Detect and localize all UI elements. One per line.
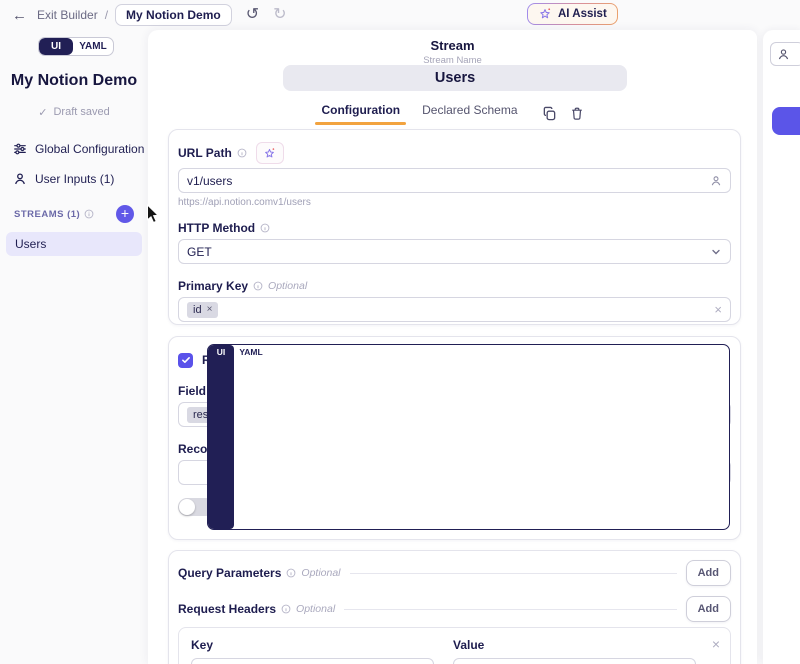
breadcrumb-separator: / <box>105 8 108 22</box>
remove-tag-icon[interactable]: × <box>207 304 213 315</box>
record-selector-checkbox[interactable] <box>178 353 193 368</box>
url-path-label: URL Path <box>178 146 232 160</box>
draft-status-label: Draft saved <box>53 106 109 119</box>
person-icon <box>777 48 790 61</box>
url-path-value: v1/users <box>187 174 710 188</box>
clear-field-icon[interactable]: × <box>714 302 722 317</box>
tab-configuration[interactable]: Configuration <box>321 103 400 123</box>
http-method-value: GET <box>187 245 710 259</box>
sidebar-nav: Global Configuration User Inputs (1) <box>0 137 148 191</box>
header-value-input[interactable]: 2022-06-28 <box>453 658 696 664</box>
query-parameters-label: Query Parameters <box>178 566 281 580</box>
chevron-down-icon <box>710 246 722 258</box>
add-stream-button[interactable]: + <box>116 205 134 223</box>
divider <box>350 573 677 574</box>
exit-builder-link[interactable]: Exit Builder <box>37 8 98 22</box>
url-path-input[interactable]: v1/users <box>178 168 731 193</box>
toggle-yaml-option[interactable]: YAML <box>73 38 113 55</box>
person-icon <box>13 172 27 186</box>
testing-panel <box>763 30 800 664</box>
http-method-label: HTTP Method <box>178 221 255 235</box>
header-key-label: Key <box>191 638 434 652</box>
tag-label: id <box>193 304 202 316</box>
stream-name-input[interactable]: Users <box>283 65 627 91</box>
sidebar-item-user-inputs[interactable]: User Inputs (1) <box>0 167 148 191</box>
request-options-card: Query Parameters Optional Add Request He… <box>168 550 741 664</box>
user-input-icon[interactable] <box>710 175 722 187</box>
info-icon <box>286 568 296 578</box>
info-icon <box>237 148 247 158</box>
requester-card: URL Path v1/users https://api.notion.com… <box>168 129 741 325</box>
header-key-input[interactable]: Notion-Version <box>191 658 434 664</box>
ui-yaml-toggle[interactable]: UI YAML <box>38 37 114 56</box>
info-icon <box>84 209 94 219</box>
sparkle-star-icon <box>263 147 276 160</box>
stream-config-panel: Stream Stream Name Users Configuration D… <box>148 30 757 664</box>
remove-header-icon[interactable]: × <box>712 636 720 652</box>
test-stream-button[interactable] <box>772 107 800 135</box>
record-selector-card: Record Selector Field Path Optional resu… <box>168 336 741 540</box>
streams-header: STREAMS (1) + <box>0 205 148 223</box>
delete-stream-icon[interactable] <box>570 106 584 121</box>
undo-icon[interactable]: ↺ <box>246 7 259 23</box>
draft-status: ✓ Draft saved <box>0 106 148 119</box>
tag-chip[interactable]: id × <box>187 302 218 318</box>
optional-label: Optional <box>301 567 340 579</box>
header-value-label: Value <box>453 638 696 652</box>
ai-assist-button[interactable]: AI Assist <box>527 3 618 25</box>
ai-assist-label: AI Assist <box>558 8 607 20</box>
add-request-header-button[interactable]: Add <box>686 596 731 622</box>
streams-label: STREAMS (1) <box>14 209 80 220</box>
info-icon <box>253 281 263 291</box>
connector-name-field[interactable]: My Notion Demo <box>115 4 232 26</box>
redo-icon[interactable]: ↻ <box>273 7 286 23</box>
toggle-yaml-option[interactable]: YAML <box>234 345 268 529</box>
sliders-icon <box>13 142 27 156</box>
panel-title: Stream <box>148 38 757 53</box>
sidebar-item-global-configuration[interactable]: Global Configuration <box>0 137 148 161</box>
sidebar-item-label: Global Configuration <box>35 142 144 156</box>
sidebar-item-label: User Inputs (1) <box>35 172 114 186</box>
request-header-row: × Key Notion-Version Value 2022-06-28 <box>178 627 731 664</box>
toggle-ui-option[interactable]: UI <box>208 345 234 529</box>
connector-title: My Notion Demo <box>0 72 148 90</box>
primary-key-tag-input[interactable]: id × × <box>178 297 731 322</box>
optional-label: Optional <box>296 603 335 615</box>
ai-suggest-url-button[interactable] <box>256 142 284 164</box>
add-query-parameter-button[interactable]: Add <box>686 560 731 586</box>
sparkle-star-icon <box>538 7 552 21</box>
builder-sidebar: UI YAML My Notion Demo ✓ Draft saved Glo… <box>0 30 148 664</box>
stream-list-item-users[interactable]: Users <box>6 232 142 256</box>
check-icon <box>181 355 191 365</box>
top-bar: ← Exit Builder / My Notion Demo ↺ ↻ AI A… <box>0 0 800 30</box>
divider <box>344 609 676 610</box>
stream-tabs: Configuration Declared Schema <box>148 103 757 123</box>
connector-builder-app: ← Exit Builder / My Notion Demo ↺ ↻ AI A… <box>0 0 800 664</box>
url-preview: https://api.notion.comv1/users <box>178 197 731 208</box>
request-headers-label: Request Headers <box>178 602 276 616</box>
info-icon <box>260 223 270 233</box>
optional-label: Optional <box>268 280 307 292</box>
tab-declared-schema[interactable]: Declared Schema <box>422 103 517 123</box>
check-icon: ✓ <box>38 106 47 119</box>
primary-key-label: Primary Key <box>178 279 248 293</box>
back-arrow-icon[interactable]: ← <box>12 7 27 24</box>
testing-values-field[interactable] <box>770 42 800 66</box>
info-icon <box>281 604 291 614</box>
copy-stream-icon[interactable] <box>542 106 557 121</box>
http-method-select[interactable]: GET <box>178 239 731 264</box>
toggle-ui-option[interactable]: UI <box>39 38 73 55</box>
selector-ui-yaml-toggle[interactable]: UI YAML <box>207 344 730 530</box>
